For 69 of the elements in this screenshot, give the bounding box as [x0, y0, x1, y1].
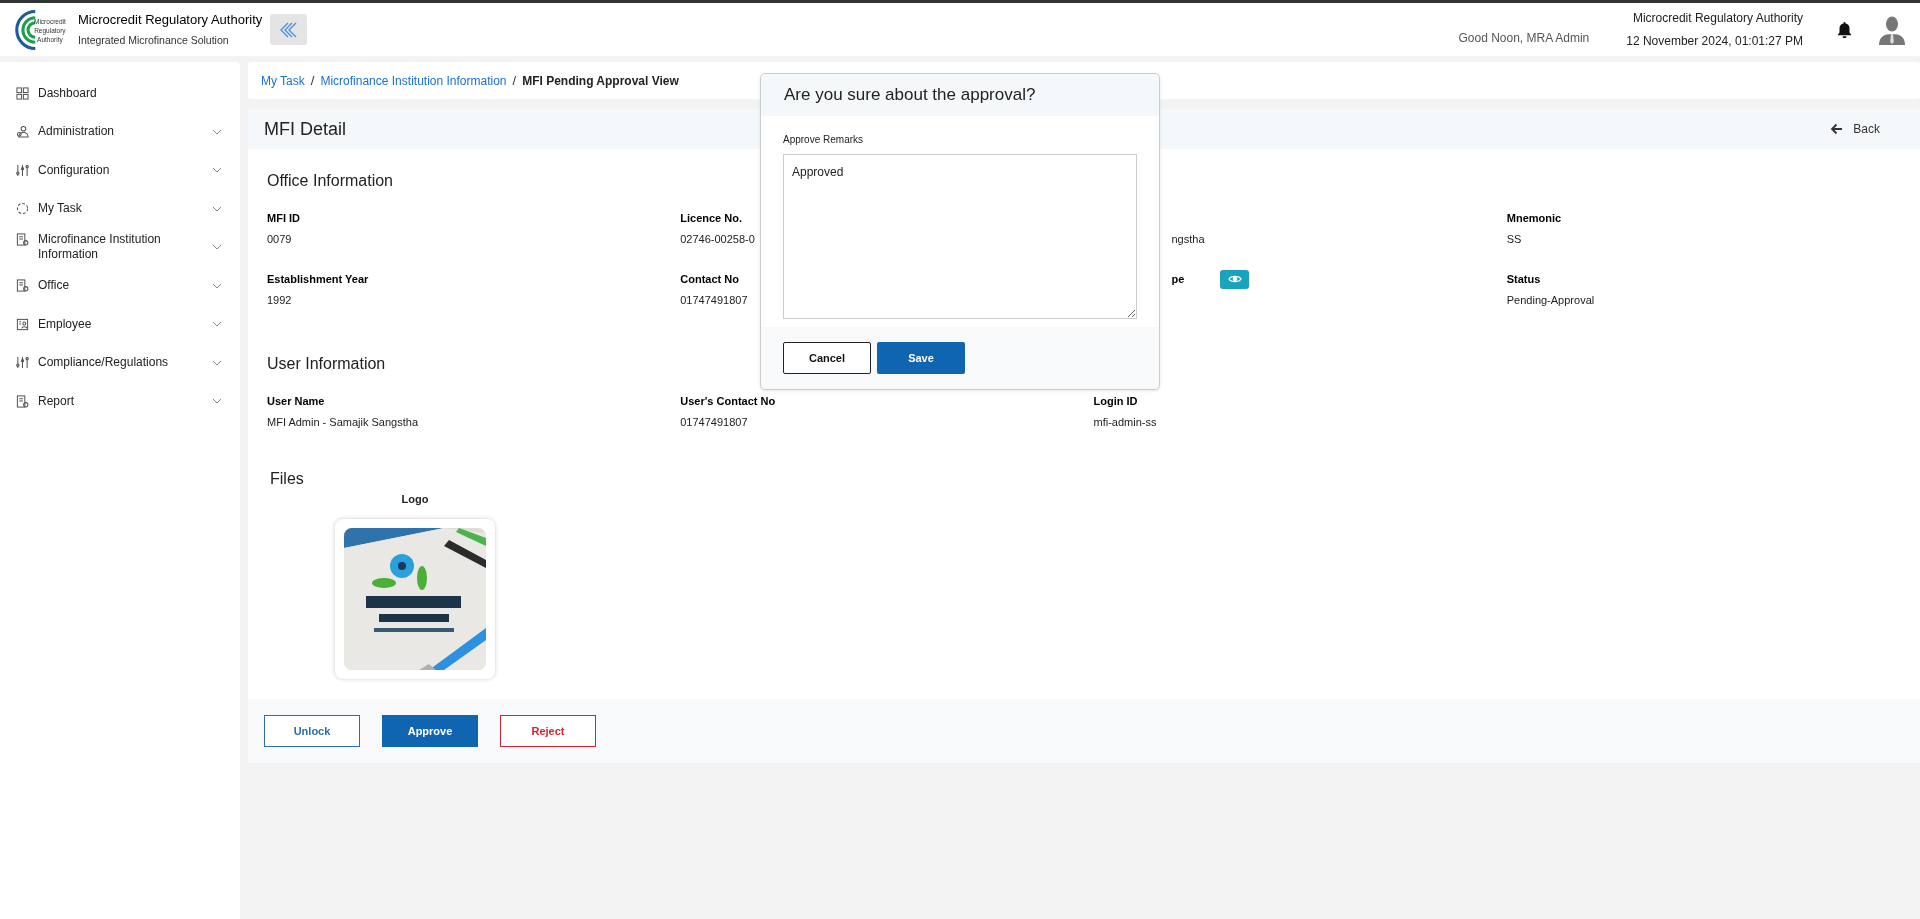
field-label: Establishment Year: [267, 271, 369, 287]
dialog-button[interactable]: Save: [877, 342, 965, 374]
breadcrumb-separator: /: [512, 71, 517, 90]
field-value: MFI Admin - Samajik Sangstha: [267, 415, 419, 430]
field-label: User's Contact No: [680, 394, 776, 410]
document-icon: [16, 233, 29, 247]
sidebar-item[interactable]: Report: [16, 382, 222, 421]
collapse-sidebar-button[interactable]: [270, 14, 308, 45]
double-chevron-left-icon: [278, 21, 299, 38]
dialog-title: Are you sure about the approval?: [784, 84, 1036, 107]
field-label: pe: [1171, 271, 1185, 287]
section-title: User Information: [267, 354, 386, 374]
date-time: 12 November 2024, 01:01:27 PM: [1626, 33, 1803, 50]
field-value: mfi-admin-ss: [1093, 415, 1158, 430]
dialog-button[interactable]: Cancel: [783, 342, 871, 374]
document-icon: [16, 279, 29, 293]
breadcrumb-current: MFI Pending Approval View: [522, 72, 679, 90]
sliders-icon: [16, 163, 29, 177]
eye-icon: [1227, 274, 1242, 284]
field-label: User Name: [267, 394, 325, 410]
greeting-text: Good Noon, MRA Admin: [1458, 29, 1590, 47]
action-button[interactable]: Reject: [500, 715, 596, 747]
field-label: Status: [1506, 271, 1541, 287]
app-title: Microcredit Regulatory Authority: [78, 11, 263, 30]
field-label: Approve Remarks: [783, 133, 865, 147]
back-button[interactable]: Back: [1830, 120, 1880, 138]
sidebar-item[interactable]: Configuration: [16, 151, 222, 190]
field-value: Pending-Approval: [1506, 292, 1596, 308]
sliders-icon: [16, 356, 29, 370]
action-button[interactable]: Approve: [382, 715, 478, 747]
sidebar-item[interactable]: Dashboard: [16, 74, 222, 113]
loader-icon: [16, 202, 29, 216]
app-subtitle: Integrated Microfinance Solution: [78, 32, 230, 48]
breadcrumb-link[interactable]: My Task: [261, 71, 305, 90]
sidebar-item[interactable]: Microfinance Institution Information: [16, 228, 222, 267]
sidebar-item[interactable]: My Task: [16, 189, 222, 228]
users-icon: [16, 125, 29, 139]
field-value: 01747491807: [680, 415, 749, 430]
field-label: MFI ID: [267, 211, 300, 227]
breadcrumb-link[interactable]: Microfinance Institution Information: [320, 71, 507, 90]
organization-name: Microcredit Regulatory Authority: [1632, 10, 1803, 27]
user-avatar-icon[interactable]: [1878, 14, 1906, 45]
field-value: 1992: [267, 292, 293, 308]
notification-bell-icon[interactable]: [1837, 21, 1852, 38]
breadcrumb-separator: /: [310, 71, 315, 90]
section-title: Office Information: [267, 171, 393, 191]
remarks-field[interactable]: Approved: [783, 154, 1137, 319]
document-icon: [16, 394, 29, 408]
sidebar-item[interactable]: Administration: [16, 112, 222, 151]
field-label: Login ID: [1093, 394, 1138, 410]
field-value: ngstha: [1171, 232, 1206, 247]
field-value: SS: [1506, 232, 1523, 247]
field-value: 02746-00258-0: [680, 232, 756, 247]
field-label: Mnemonic: [1506, 211, 1562, 227]
sidebar-item[interactable]: Compliance/Regulations: [16, 343, 222, 382]
grid-icon: [16, 86, 29, 100]
field-value: 0079: [267, 232, 293, 247]
detail-title: MFI Detail: [264, 117, 346, 141]
arrow-left-icon: [1830, 123, 1844, 135]
view-button[interactable]: [1220, 269, 1250, 289]
sidebar-item[interactable]: Office: [16, 266, 222, 305]
field-label: Licence No.: [680, 211, 742, 227]
section-title: Files: [270, 468, 304, 489]
id-card-icon: [16, 317, 29, 331]
field-label: Contact No: [680, 271, 739, 287]
sidebar-item[interactable]: Employee: [16, 305, 222, 344]
field-value: 01747491807: [680, 292, 749, 308]
file-label: Logo: [401, 491, 429, 507]
action-button[interactable]: Unlock: [264, 715, 360, 747]
